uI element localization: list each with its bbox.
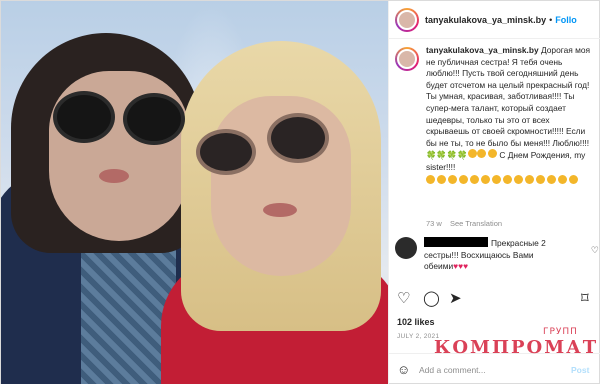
caption-avatar[interactable] <box>395 47 419 71</box>
heart-icon[interactable]: ♡ <box>397 291 410 307</box>
bookmark-icon[interactable]: ⌑ <box>581 291 589 307</box>
caption-age: 73 w <box>426 219 442 228</box>
comment-input[interactable]: Add a comment... <box>419 365 486 375</box>
emoji-icon <box>492 174 501 184</box>
emoji-icon <box>536 174 545 184</box>
post-comment-button[interactable]: Post <box>571 365 589 375</box>
caption-meta: 73 w See Translation <box>426 219 508 228</box>
post-photo[interactable] <box>1 1 388 384</box>
caption-username[interactable]: tanyakulakova_ya_minsk.by <box>426 45 539 55</box>
lips <box>99 169 129 183</box>
separator-dot: • <box>549 14 553 25</box>
smile-icon[interactable]: ☺ <box>397 362 410 377</box>
share-icon[interactable]: ➤ <box>449 291 462 307</box>
emoji-row <box>426 174 592 184</box>
emoji-icon <box>459 174 468 184</box>
lips <box>263 203 297 217</box>
sunglasses-lens <box>196 129 256 175</box>
emoji-clovers: 🍀🍀🍀🍀 <box>426 150 468 161</box>
caption-text: Дорогая моя не публичная сестра! Я тебя … <box>426 45 591 148</box>
sunglasses-lens <box>53 91 115 143</box>
emoji-icon <box>558 174 567 184</box>
emoji-icon <box>426 174 435 184</box>
comment-hearts: ♥♥♥ <box>453 261 469 271</box>
likes-count[interactable]: 102 likes <box>397 317 435 327</box>
emoji-icon <box>514 174 523 184</box>
action-bar: ♡ ◯ ➤ ⌑ <box>397 291 595 307</box>
username-link[interactable]: tanyakulakova_ya_minsk.by <box>425 15 546 25</box>
comment-avatar[interactable] <box>395 237 417 259</box>
instagram-post-window: tanyakulakova_ya_minsk.by • Follo tanyak… <box>0 0 600 384</box>
sunglasses-lens <box>267 113 329 163</box>
comment-like-icon[interactable]: ♡ <box>591 245 599 256</box>
comment-icon[interactable]: ◯ <box>423 291 440 307</box>
emoji-icon <box>503 174 512 184</box>
see-translation-link[interactable]: See Translation <box>450 219 502 228</box>
emoji-icon <box>525 174 534 184</box>
follow-button[interactable]: Follo <box>555 15 577 25</box>
emoji-icon <box>547 174 556 184</box>
emoji-icon <box>467 149 477 159</box>
emoji-icon <box>481 174 490 184</box>
watermark-top: ГРУПП <box>543 327 578 337</box>
emoji-icon <box>476 149 486 159</box>
comment-item: Прекрасные 2 сестры!!! Восхищаюсь Вами о… <box>395 237 599 273</box>
emoji-icon <box>569 174 578 184</box>
watermark-logo: КОМПРОМАТ <box>434 337 599 358</box>
emoji-icon <box>448 174 457 184</box>
emoji-icon <box>488 149 498 159</box>
post-caption: tanyakulakova_ya_minsk.by Дорогая моя не… <box>395 45 595 230</box>
sunglasses-lens <box>123 93 185 145</box>
emoji-icon <box>470 174 479 184</box>
post-header: tanyakulakova_ya_minsk.by • Follo <box>389 1 600 39</box>
avatar[interactable] <box>395 7 419 32</box>
redacted-username <box>424 237 488 247</box>
emoji-icon <box>437 174 446 184</box>
